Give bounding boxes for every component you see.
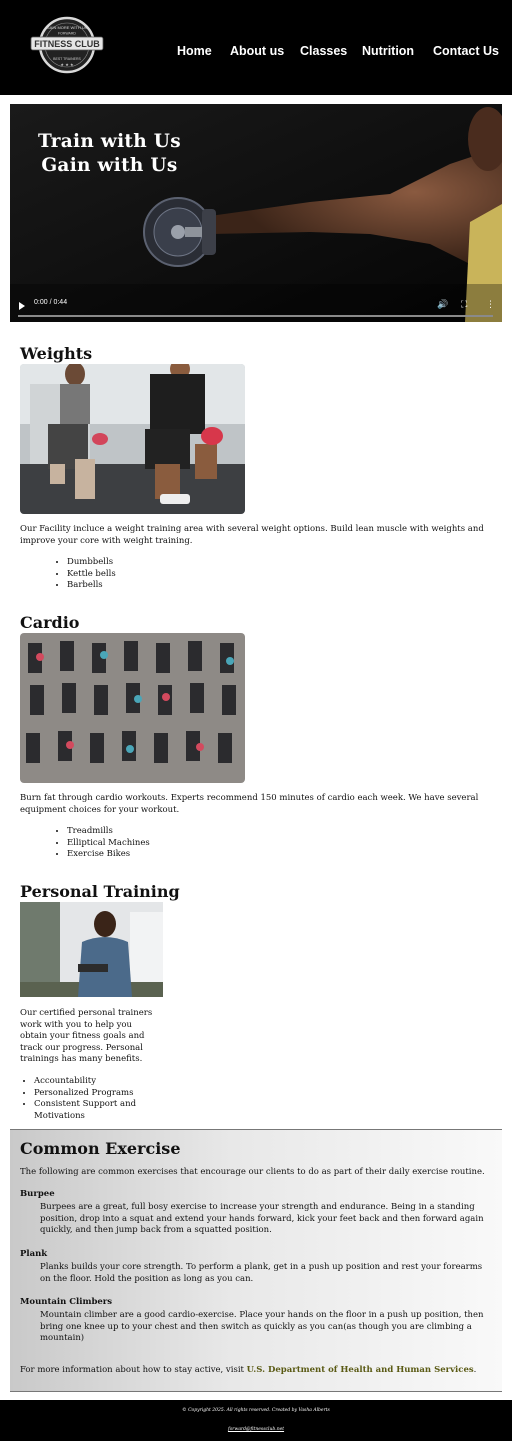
fullscreen-icon[interactable]: ⛶ xyxy=(461,300,467,310)
list-item: Treadmills xyxy=(67,826,150,838)
list-item: Personalized Programs xyxy=(34,1088,149,1100)
site-header: FITNESS CLUB GAIN MORE WITH US FORWARD B… xyxy=(0,0,512,95)
logo-main-text: FITNESS CLUB xyxy=(34,39,100,49)
site-footer: © Copyright 2025. All rights reserved. C… xyxy=(0,1400,512,1441)
video-time: 0:00 / 0:44 xyxy=(34,299,68,306)
list-item: Barbells xyxy=(67,580,116,592)
copyright-text: © Copyright 2025. All rights reserved. C… xyxy=(182,1408,330,1413)
cardio-title: Cardio xyxy=(20,613,80,632)
hhs-link[interactable]: U.S. Department of Health and Human Serv… xyxy=(247,1365,474,1375)
personal-training-description: Our certified personal trainers work wit… xyxy=(20,1008,153,1064)
common-exercise-intro: The following are common exercises that … xyxy=(20,1167,485,1177)
list-item: Accountability xyxy=(34,1076,149,1088)
list-item: Dumbbells xyxy=(67,557,116,569)
exercise-text-burpee: Burpees are a great, full bosy exercise … xyxy=(40,1202,484,1235)
video-progress-bar[interactable] xyxy=(18,315,493,317)
more-options-icon[interactable]: ⋮ xyxy=(486,300,495,310)
personal-training-image xyxy=(20,902,163,997)
nav-about[interactable]: About us xyxy=(230,44,284,58)
logo-bottom-text: BEST TRAINERS xyxy=(53,57,81,61)
weights-description: Our Facility incluce a weight training a… xyxy=(20,524,484,546)
common-exercise-section: Common Exercise The following are common… xyxy=(10,1129,502,1392)
cardio-image xyxy=(20,633,245,783)
more-info-suffix: . xyxy=(473,1365,477,1375)
video-title-line1: Train with Us xyxy=(38,131,181,152)
cardio-description: Burn fat through cardio workouts. Expert… xyxy=(20,793,479,815)
volume-icon[interactable]: 🔊 xyxy=(437,300,448,310)
common-exercise-title: Common Exercise xyxy=(20,1139,181,1158)
nav-classes[interactable]: Classes xyxy=(300,44,347,58)
more-info-text: For more information about how to stay a… xyxy=(20,1365,500,1377)
logo-top-text: GAIN MORE WITH US xyxy=(47,25,88,30)
list-item: Consistent Support and Motivations xyxy=(34,1099,149,1122)
exercise-name-mountain-climbers: Mountain Climbers xyxy=(20,1297,113,1307)
video-controls: 0:00 / 0:44 🔊 ⛶ ⋮ xyxy=(10,290,502,322)
video-title: Train with Us Gain with Us xyxy=(38,130,181,178)
personal-training-title: Personal Training xyxy=(20,882,180,901)
weights-image xyxy=(20,364,245,514)
video-title-line2: Gain with Us xyxy=(41,155,178,176)
footer-email-link[interactable]: forward@fitnessclub.net xyxy=(0,1427,512,1432)
list-item: Exercise Bikes xyxy=(67,849,150,861)
list-item: Kettle bells xyxy=(67,569,116,581)
logo-sub-text: FORWARD xyxy=(58,32,76,36)
exercise-text-mountain-climbers: Mountain climber are a good cardio-exerc… xyxy=(40,1310,484,1343)
weights-list: Dumbbells Kettle bells Barbells xyxy=(67,557,116,592)
nav-nutrition[interactable]: Nutrition xyxy=(362,44,414,58)
fitness-club-logo[interactable]: FITNESS CLUB GAIN MORE WITH US FORWARD B… xyxy=(27,15,107,75)
exercise-name-burpee: Burpee xyxy=(20,1189,55,1199)
nav-contact[interactable]: Contact Us xyxy=(433,44,499,58)
logo-stars: ★ ★ ★ xyxy=(60,62,74,67)
more-info-prefix: For more information about how to stay a… xyxy=(20,1365,247,1375)
weights-title: Weights xyxy=(20,344,93,363)
hero-video[interactable]: Train with Us Gain with Us 0:00 / 0:44 🔊… xyxy=(10,104,502,322)
exercise-text-plank: Planks builds your core strength. To per… xyxy=(40,1262,483,1284)
exercise-name-plank: Plank xyxy=(20,1249,48,1259)
play-icon[interactable] xyxy=(19,302,25,310)
personal-training-list: Accountability Personalized Programs Con… xyxy=(34,1076,149,1122)
nav-home[interactable]: Home xyxy=(177,44,212,58)
cardio-list: Treadmills Elliptical Machines Exercise … xyxy=(67,826,150,861)
list-item: Elliptical Machines xyxy=(67,838,150,850)
